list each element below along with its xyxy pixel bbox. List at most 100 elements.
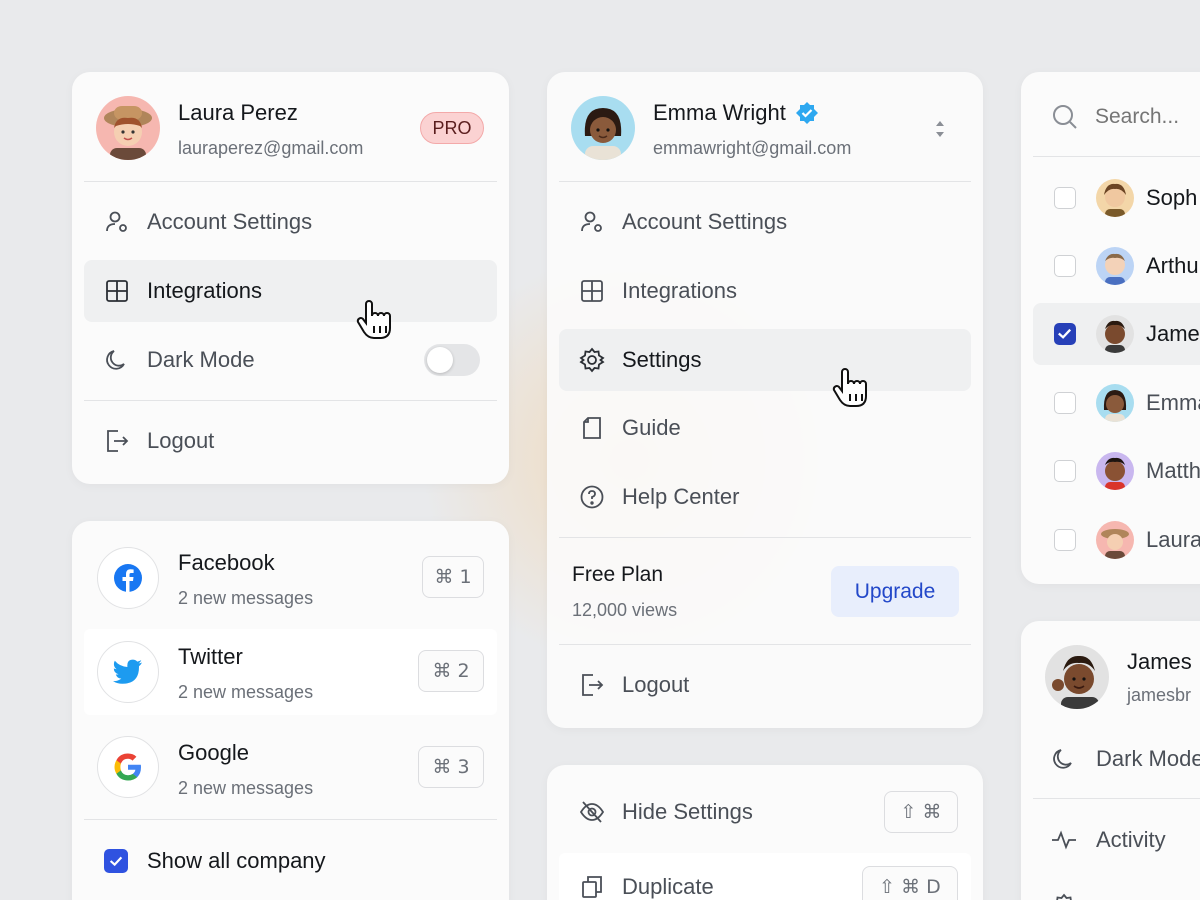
avatar: [1096, 315, 1134, 353]
menu-item-label: Help Center: [622, 484, 740, 509]
menu-item-account-settings[interactable]: Account Settings: [104, 204, 312, 240]
menu-item-label: Account Settings: [622, 209, 788, 234]
menu-item-integrations[interactable]: Integrations: [104, 273, 262, 309]
messages-card: Facebook 2 new messages ⌘ 1 Twitter 2 new…: [72, 521, 509, 900]
menu-item-guide[interactable]: Guide: [579, 410, 681, 446]
message-row-facebook[interactable]: Facebook 2 new messages ⌘ 1: [84, 533, 497, 621]
cmd-symbol: ⌘: [434, 566, 454, 588]
user-email: emmawright@gmail.com: [653, 138, 852, 158]
actions-card: Hide Settings ⇧ ⌘ Duplicate ⇧ ⌘ D: [547, 765, 983, 900]
person-name: Soph: [1146, 185, 1198, 210]
person-checkbox[interactable]: [1054, 529, 1076, 551]
profile-menu-card-emma: Emma Wright emmawright@gmail.com Account…: [547, 72, 983, 728]
divider: [84, 181, 497, 182]
menu-item-hide-settings[interactable]: Hide Settings: [579, 794, 753, 830]
person-name: Laura: [1146, 527, 1200, 552]
menu-item-label: Duplicate: [622, 874, 714, 899]
menu-item-label: Dark Mode: [1096, 746, 1200, 771]
person-checkbox-checked[interactable]: [1054, 323, 1076, 345]
logout-button[interactable]: Logout: [104, 423, 214, 459]
divider: [1033, 156, 1200, 157]
cmd-symbol: ⌘: [432, 660, 452, 682]
user-name: Emma Wright: [653, 100, 786, 125]
person-name: Matth: [1146, 458, 1200, 483]
message-source-name: Twitter: [178, 644, 243, 669]
logout-label: Logout: [622, 672, 690, 697]
menu-item-integrations[interactable]: Integrations: [579, 273, 737, 309]
user-name: Laura Perez: [178, 100, 298, 125]
person-checkbox[interactable]: [1054, 255, 1076, 277]
copy-icon: [582, 876, 602, 898]
upgrade-button[interactable]: Upgrade: [831, 566, 959, 617]
menu-item-dark-mode[interactable]: Dark Mode: [104, 342, 255, 378]
person-name: Jame: [1146, 321, 1200, 346]
hand-cursor-icon: [832, 368, 867, 407]
grid-icon: [106, 280, 128, 302]
menu-item-label: Integrations: [622, 278, 737, 303]
shortcut-key: ⌘ 3: [418, 746, 484, 788]
menu-item-label: Hide Settings: [622, 799, 753, 824]
message-count: 2 new messages: [178, 778, 314, 798]
verified-badge-icon: [796, 102, 818, 124]
search-input[interactable]: [1095, 100, 1200, 134]
dark-mode-toggle[interactable]: [424, 344, 480, 376]
menu-item-account-settings[interactable]: Account Settings: [579, 204, 787, 240]
pro-badge: PRO: [420, 112, 484, 144]
person-row[interactable]: Laura: [1021, 517, 1200, 563]
menu-item-duplicate[interactable]: Duplicate: [579, 869, 714, 900]
menu-item-help-center[interactable]: Help Center: [579, 479, 739, 515]
person-checkbox[interactable]: [1054, 392, 1076, 414]
divider: [559, 537, 971, 538]
person-checkbox[interactable]: [1054, 187, 1076, 209]
logout-button[interactable]: Logout: [579, 667, 689, 703]
message-row-google[interactable]: Google 2 new messages ⌘ 3: [84, 723, 497, 811]
help-icon: [580, 485, 604, 509]
message-count: 2 new messages: [178, 588, 314, 608]
menu-item-settings[interactable]: Settings: [579, 342, 702, 378]
logout-icon: [582, 674, 604, 696]
person-row[interactable]: Jame: [1021, 311, 1200, 357]
gear-icon: [579, 347, 605, 373]
avatar: [1096, 179, 1134, 217]
user-gear-icon: [106, 211, 127, 232]
user-name: James: [1127, 649, 1192, 674]
plan-title: Free Plan: [572, 563, 664, 586]
message-row-twitter[interactable]: Twitter 2 new messages ⌘ 2: [84, 629, 497, 715]
user-gear-icon: [581, 211, 602, 232]
menu-item-label: Guide: [622, 415, 681, 440]
person-row[interactable]: Arthu: [1021, 243, 1200, 289]
grid-icon: [581, 280, 603, 302]
shortcut-number: 1: [459, 566, 472, 588]
check-icon: [1058, 328, 1072, 339]
switch-account-icon[interactable]: [932, 118, 948, 140]
person-row[interactable]: Emma: [1021, 380, 1200, 426]
avatar: [1045, 645, 1109, 709]
eye-off-icon: [579, 801, 605, 823]
twitter-icon: [97, 641, 159, 703]
divider: [84, 819, 497, 820]
show-all-checkbox[interactable]: [104, 849, 128, 873]
show-all-company-option[interactable]: Show all company: [104, 843, 326, 879]
avatar: [1096, 452, 1134, 490]
shortcut-key: ⇧ ⌘ D: [862, 866, 958, 900]
person-checkbox[interactable]: [1054, 460, 1076, 482]
avatar: [571, 96, 635, 160]
avatar: [1096, 521, 1134, 559]
gear-icon: [1056, 893, 1072, 900]
message-source-name: Google: [178, 740, 249, 765]
person-row[interactable]: Matth: [1021, 448, 1200, 494]
menu-item-label: Settings: [622, 347, 702, 372]
moon-icon: [1053, 749, 1072, 769]
menu-item-activity[interactable]: Activity: [1051, 822, 1166, 858]
user-email: lauraperez@gmail.com: [178, 138, 364, 158]
person-row[interactable]: Soph: [1021, 175, 1200, 221]
shortcut-key: ⌘ 2: [418, 650, 484, 692]
menu-item-dark-mode[interactable]: Dark Mode: [1051, 741, 1200, 777]
logout-label: Logout: [147, 428, 215, 453]
toggle-knob: [427, 347, 453, 373]
people-picker-card: Soph Arthu Jame Emma Matth L: [1021, 72, 1200, 584]
message-count: 2 new messages: [178, 682, 314, 702]
check-icon: [109, 856, 123, 867]
document-icon: [583, 417, 601, 439]
avatar: [1096, 384, 1134, 422]
